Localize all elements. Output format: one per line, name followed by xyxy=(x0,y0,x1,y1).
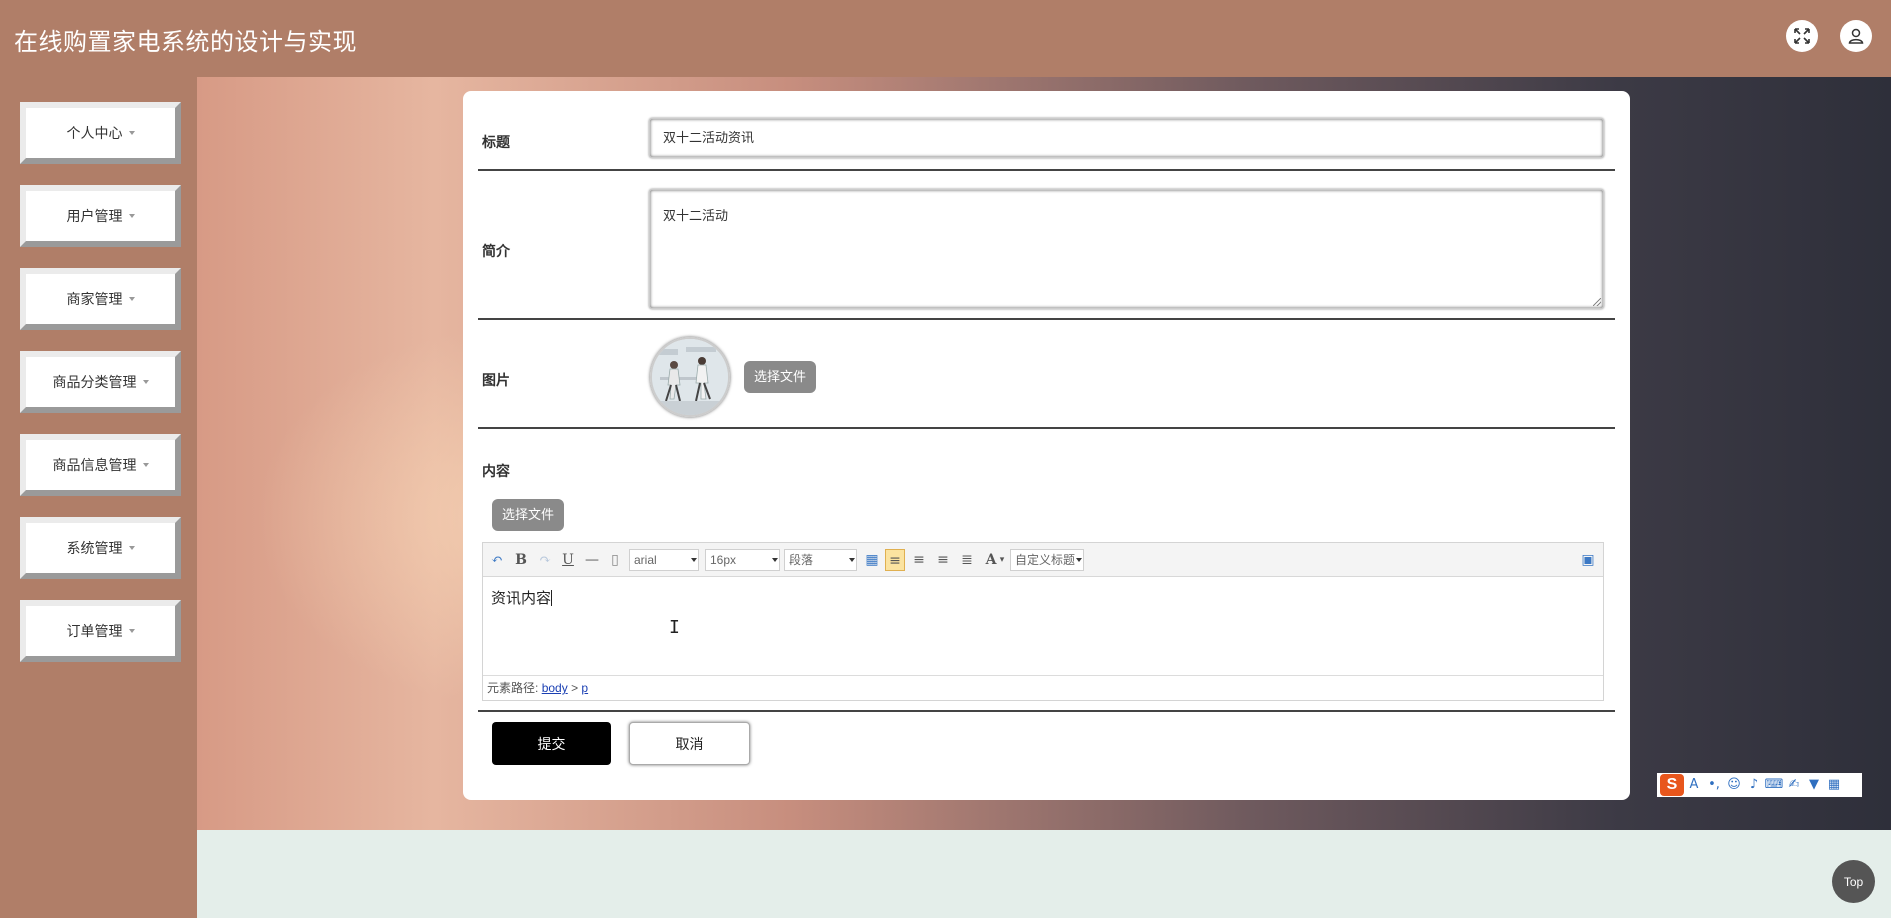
paragraph-select[interactable]: 段落 xyxy=(784,549,857,571)
ime-keyboard-icon[interactable]: ⌨ xyxy=(1764,775,1784,795)
ime-toolbar: S A •, ☺ ♪ ⌨ ✍ ▼ ▦ xyxy=(1657,773,1862,797)
table-icon[interactable]: ▦ xyxy=(862,549,882,571)
custom-heading-select[interactable]: 自定义标题 xyxy=(1010,549,1084,571)
ime-toolbox-icon[interactable]: ▦ xyxy=(1824,775,1844,795)
path-separator: > xyxy=(571,681,579,695)
ibeam-cursor-icon: I xyxy=(669,617,680,638)
image-thumbnail[interactable] xyxy=(650,337,730,417)
underline-icon[interactable]: U xyxy=(558,549,578,571)
element-path-label: 元素路径: xyxy=(487,681,539,695)
divider xyxy=(478,318,1615,320)
news-edit-form: 标题 双十二活动资讯 简介 双十二活动 图片 选择文件 内容 选择文件 ↶ B … xyxy=(463,91,1630,800)
divider xyxy=(478,710,1615,712)
editor-toolbar: ↶ B ↷ U — ▯ arial 16px 段落 ▦ ≡ ≡ ≡ ≣ A ▾ … xyxy=(483,543,1603,577)
divider xyxy=(478,169,1615,171)
caret-down-icon xyxy=(128,214,135,218)
paragraph-value: 段落 xyxy=(789,553,814,567)
bold-icon[interactable]: B xyxy=(511,549,531,571)
intro-text: 双十二活动 xyxy=(663,209,729,224)
ime-voice-icon[interactable]: ♪ xyxy=(1744,775,1764,795)
path-body-link[interactable]: body xyxy=(542,681,568,695)
ime-emoji-icon[interactable]: ☺ xyxy=(1724,775,1744,795)
cancel-button[interactable]: 取消 xyxy=(629,722,750,765)
ime-punctuation-icon[interactable]: •, xyxy=(1704,775,1724,795)
image-label: 图片 xyxy=(482,372,510,388)
text-caret xyxy=(551,590,553,606)
photo-preview-icon xyxy=(652,339,728,415)
horizontal-rule-icon[interactable]: — xyxy=(582,549,602,571)
sidebar-item-label: 个人中心 xyxy=(66,125,123,141)
editor-statusbar: 元素路径: body > p xyxy=(483,675,1603,700)
sidebar-item-personal-center[interactable]: 个人中心 xyxy=(20,102,181,164)
divider xyxy=(478,427,1615,429)
sidebar-item-category-management[interactable]: 商品分类管理 xyxy=(20,351,181,413)
editor-content-area[interactable]: 资讯内容 xyxy=(491,587,553,608)
caret-down-icon xyxy=(142,463,149,467)
editor-text: 资讯内容 xyxy=(491,590,552,607)
sidebar-item-product-management[interactable]: 商品信息管理 xyxy=(20,434,181,496)
dropdown-arrow-icon xyxy=(1076,558,1082,562)
align-right-icon[interactable]: ≡ xyxy=(909,549,929,571)
font-family-select[interactable]: arial xyxy=(629,549,699,571)
sidebar-item-system-management[interactable]: 系统管理 xyxy=(20,517,181,579)
font-family-value: arial xyxy=(634,553,657,567)
sidebar-item-label: 用户管理 xyxy=(66,208,123,224)
content-label: 内容 xyxy=(482,463,510,479)
caret-down-icon xyxy=(128,131,135,135)
path-p-link[interactable]: p xyxy=(581,681,588,695)
rich-text-editor: ↶ B ↷ U — ▯ arial 16px 段落 ▦ ≡ ≡ ≡ ≣ A ▾ … xyxy=(482,542,1604,701)
caret-down-icon xyxy=(142,380,149,384)
sidebar-item-label: 系统管理 xyxy=(66,540,123,556)
caret-down-icon xyxy=(128,629,135,633)
preview-icon[interactable]: ▣ xyxy=(1578,549,1598,571)
submit-button[interactable]: 提交 xyxy=(492,722,611,765)
user-button[interactable] xyxy=(1840,20,1872,52)
dropdown-arrow-icon xyxy=(691,558,697,562)
back-to-top-button[interactable]: Top xyxy=(1832,860,1875,903)
sidebar-item-order-management[interactable]: 订单管理 xyxy=(20,600,181,662)
font-color-dropdown-icon[interactable]: ▾ xyxy=(997,549,1007,571)
title-label: 标题 xyxy=(482,134,510,150)
sidebar-item-label: 订单管理 xyxy=(66,623,123,639)
intro-textarea[interactable]: 双十二活动 xyxy=(649,189,1604,309)
redo-icon[interactable]: ↷ xyxy=(535,549,555,571)
page-footer-area xyxy=(197,830,1891,918)
dropdown-arrow-icon xyxy=(772,558,778,562)
sidebar-item-label: 商家管理 xyxy=(66,291,123,307)
font-size-select[interactable]: 16px xyxy=(705,549,780,571)
resize-grip-icon[interactable] xyxy=(1593,298,1601,306)
sogou-logo-icon[interactable]: S xyxy=(1660,774,1684,796)
header: 在线购置家电系统的设计与实现 xyxy=(0,0,1891,77)
align-left-icon[interactable]: ≡ xyxy=(885,549,905,571)
page-icon[interactable]: ▯ xyxy=(605,549,625,571)
content-file-button[interactable]: 选择文件 xyxy=(492,499,565,531)
align-justify-icon[interactable]: ≣ xyxy=(957,549,977,571)
custom-heading-value: 自定义标题 xyxy=(1015,553,1076,567)
dropdown-arrow-icon xyxy=(849,558,855,562)
image-file-button[interactable]: 选择文件 xyxy=(744,361,817,393)
ime-handwriting-icon[interactable]: ✍ xyxy=(1784,775,1804,795)
user-icon xyxy=(1848,28,1864,44)
align-center-icon[interactable]: ≡ xyxy=(933,549,953,571)
fullscreen-button[interactable] xyxy=(1786,20,1818,52)
app-title: 在线购置家电系统的设计与实现 xyxy=(14,29,357,56)
title-input[interactable]: 双十二活动资讯 xyxy=(649,118,1604,158)
sidebar: 个人中心 用户管理 商家管理 商品分类管理 商品信息管理 系统管理 订单管理 xyxy=(0,77,197,918)
font-size-value: 16px xyxy=(710,553,737,567)
intro-label: 简介 xyxy=(482,243,510,259)
sidebar-item-label: 商品分类管理 xyxy=(52,374,137,390)
fullscreen-icon xyxy=(1794,28,1810,44)
sidebar-item-user-management[interactable]: 用户管理 xyxy=(20,185,181,247)
sidebar-item-merchant-management[interactable]: 商家管理 xyxy=(20,268,181,330)
sidebar-item-label: 商品信息管理 xyxy=(52,457,137,473)
caret-down-icon xyxy=(128,546,135,550)
undo-icon[interactable]: ↶ xyxy=(487,549,507,571)
caret-down-icon xyxy=(128,297,135,301)
ime-language-icon[interactable]: A xyxy=(1684,775,1704,795)
ime-skin-icon[interactable]: ▼ xyxy=(1804,775,1824,795)
